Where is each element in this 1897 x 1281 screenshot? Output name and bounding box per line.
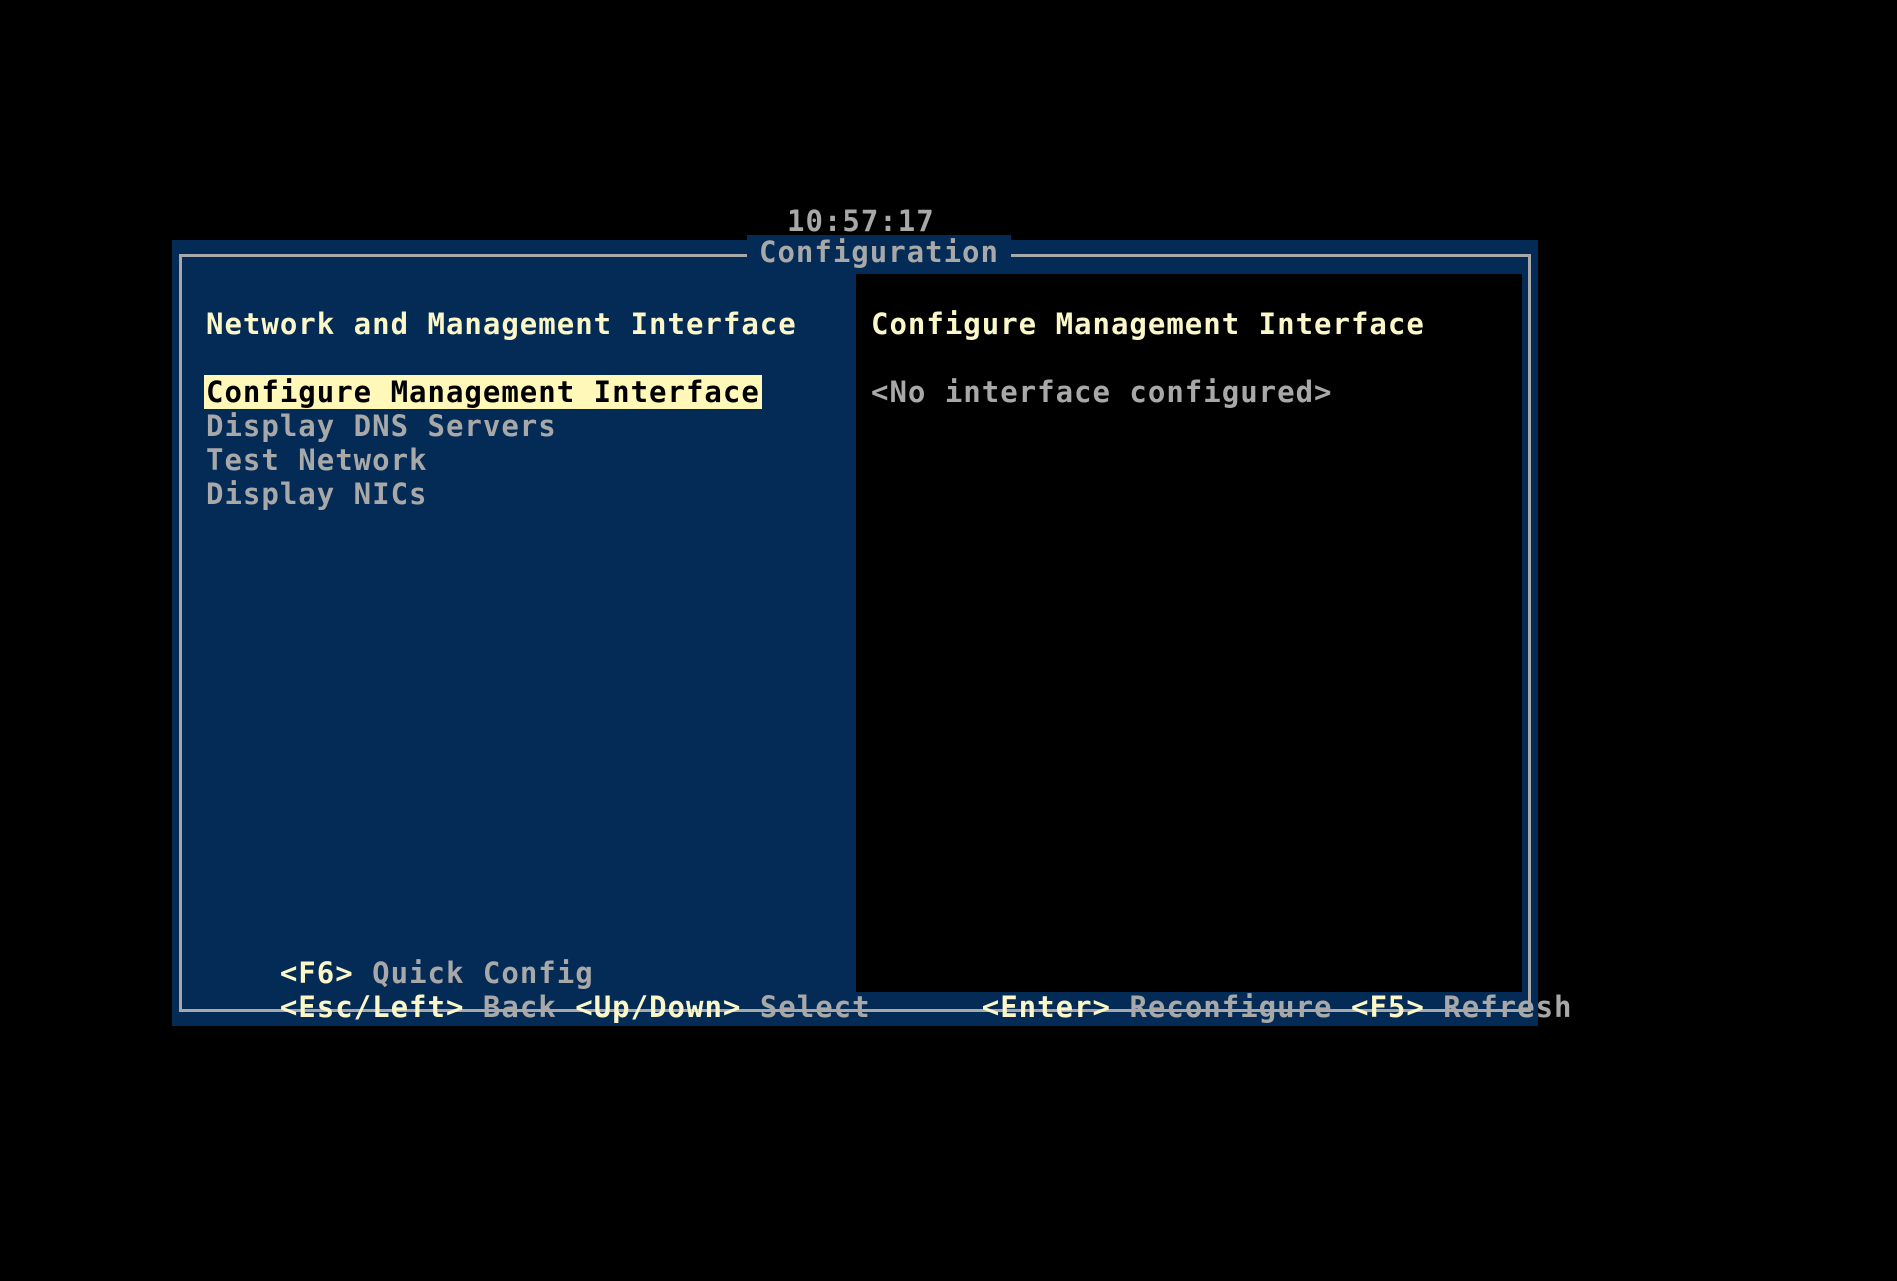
- key-esc-left[interactable]: <Esc/Left>: [280, 990, 465, 1024]
- hint-refresh: Refresh: [1443, 990, 1573, 1024]
- window-title: Configuration: [747, 235, 1011, 269]
- menu-item-display-nics[interactable]: Display NICs: [206, 477, 428, 511]
- left-pane-heading: Network and Management Interface: [206, 307, 797, 341]
- menu-item-test-network[interactable]: Test Network: [206, 443, 428, 477]
- detail-pane: Configure Management Interface <No inter…: [856, 274, 1572, 1024]
- key-up-down[interactable]: <Up/Down>: [575, 990, 741, 1024]
- configuration-window: Configuration Network and Management Int…: [172, 235, 1572, 1026]
- hint-back: Back: [482, 990, 557, 1024]
- menu-item-display-dns-servers[interactable]: Display DNS Servers: [206, 409, 557, 443]
- menu-item-configure-management-interface[interactable]: Configure Management Interface: [204, 375, 762, 409]
- detail-heading: Configure Management Interface: [871, 307, 1425, 341]
- hint-reconfigure: Reconfigure: [1129, 990, 1333, 1024]
- key-enter[interactable]: <Enter>: [982, 990, 1111, 1024]
- interface-status: <No interface configured>: [871, 375, 1333, 409]
- clock: 10:57:17: [787, 204, 935, 238]
- left-footer-line2: <Esc/Left> Back <Up/Down> Select: [206, 956, 871, 1058]
- hint-select: Select: [759, 990, 871, 1024]
- right-footer: <Enter> Reconfigure <F5> Refresh: [871, 956, 1573, 1058]
- key-f5[interactable]: <F5>: [1351, 990, 1425, 1024]
